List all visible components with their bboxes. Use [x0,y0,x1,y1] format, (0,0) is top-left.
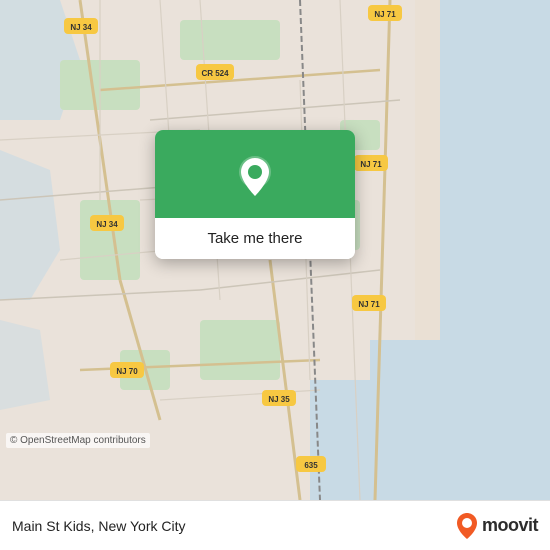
svg-text:635: 635 [304,461,318,470]
moovit-logo: moovit [456,512,538,540]
svg-text:NJ 71: NJ 71 [374,10,396,19]
svg-text:NJ 35: NJ 35 [268,395,290,404]
bottom-bar: Main St Kids, New York City moovit [0,500,550,550]
location-pin-icon [231,152,279,200]
map-attribution: © OpenStreetMap contributors [6,433,150,448]
popup-card: Take me there [155,130,355,259]
svg-text:NJ 34: NJ 34 [70,23,92,32]
location-title: Main St Kids, New York City [12,518,186,534]
popup-header [155,130,355,218]
svg-text:NJ 34: NJ 34 [96,220,118,229]
svg-text:NJ 70: NJ 70 [116,367,138,376]
take-me-there-button[interactable]: Take me there [155,218,355,259]
svg-text:CR 524: CR 524 [201,69,229,78]
moovit-pin-icon [456,512,478,540]
svg-text:NJ 71: NJ 71 [360,160,382,169]
moovit-brand-text: moovit [482,515,538,536]
svg-text:NJ 71: NJ 71 [358,300,380,309]
map-container[interactable]: NJ 71 NJ 71 NJ 71 NJ 34 NJ 34 CR 524 NJ … [0,0,550,500]
